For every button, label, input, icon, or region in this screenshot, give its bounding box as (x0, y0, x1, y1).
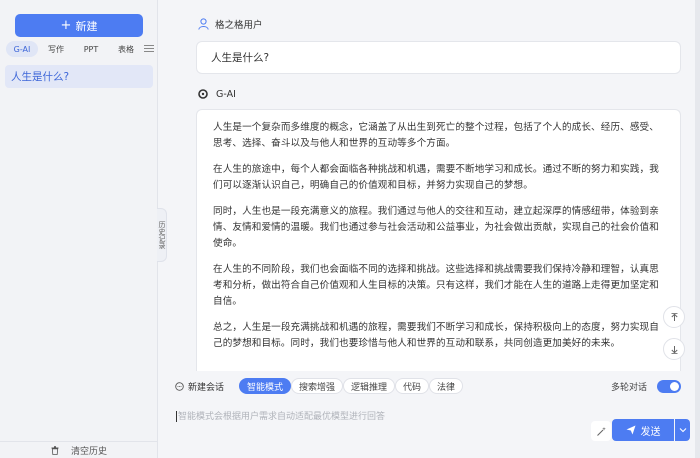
history-collapse-handle[interactable]: 历史记录 (157, 208, 167, 262)
multi-turn-label: 多轮对话 (611, 382, 648, 393)
user-header: 格之格用户 (198, 17, 263, 31)
trash-icon (51, 445, 59, 455)
window-edge (695, 0, 700, 458)
arrow-down-icon (670, 345, 678, 354)
send-options-button[interactable] (675, 419, 690, 441)
tab-writing[interactable]: 写作 (38, 41, 74, 57)
ai-header: G-AI (198, 87, 236, 101)
user-icon (198, 18, 209, 30)
chat-bubble-icon (175, 381, 184, 391)
tab-ppt[interactable]: PPT (74, 41, 108, 57)
scroll-bottom-button[interactable] (663, 338, 685, 360)
mode-reasoning[interactable]: 逻辑推理 (343, 378, 396, 394)
new-chat-button[interactable]: 新建会话 (175, 378, 224, 394)
chevron-down-icon (679, 428, 686, 433)
multi-turn-toggle[interactable] (657, 379, 682, 393)
user-question: 人生是什么? (196, 41, 681, 74)
ai-answer: 人生是一个复杂而多维度的概念，它涵盖了从出生到死亡的整个过程，包括了个人的成长、… (196, 109, 681, 371)
ai-name: G-AI (216, 88, 236, 100)
plus-icon: + (60, 18, 72, 33)
sidebar-mode-tabs: G-AI 写作 PPT 表格 (6, 41, 156, 57)
mode-search[interactable]: 搜索增强 (291, 378, 344, 394)
arrow-up-icon (670, 312, 678, 321)
send-label: 发送 (640, 426, 661, 438)
new-button-label: 新建 (75, 19, 98, 33)
mode-law[interactable]: 法律 (429, 378, 464, 394)
answer-paragraph: 同时，人生也是一段充满意义的旅程。我们通过与他人的交往和互动，建立起深厚的情感纽… (213, 206, 659, 249)
sidebar-history-item[interactable]: 人生是什么? (5, 65, 153, 88)
menu-icon[interactable] (144, 43, 154, 53)
mode-code[interactable]: 代码 (395, 378, 430, 394)
question-text: 人生是什么? (211, 52, 270, 64)
send-button[interactable]: 发送 (612, 419, 674, 441)
clear-history-label: 清空历史 (70, 446, 107, 457)
clear-history-button[interactable]: 清空历史 (0, 441, 158, 458)
tab-g-ai[interactable]: G-AI (6, 41, 38, 57)
new-button[interactable]: + 新建 (15, 14, 143, 37)
ai-logo-icon (198, 89, 208, 99)
chat-toolbar: 新建会话 智能模式 搜索增强 逻辑推理 代码 法律 多轮对话 (167, 373, 700, 399)
tab-table[interactable]: 表格 (108, 41, 144, 57)
collapse-handle-label: 历史记录 (158, 221, 166, 249)
tools-button[interactable] (591, 421, 611, 441)
send-icon (626, 425, 635, 435)
sidebar: + 新建 G-AI 写作 PPT 表格 人生是什么? 清空历史 (0, 0, 158, 458)
answer-paragraph: 人生是一个复杂而多维度的概念，它涵盖了从出生到死亡的整个过程，包括了个人的成长、… (213, 122, 659, 149)
user-name: 格之格用户 (215, 20, 263, 31)
multi-turn-switch[interactable]: 多轮对话 (611, 378, 682, 394)
history-item-label: 人生是什么? (11, 71, 70, 83)
mode-smart[interactable]: 智能模式 (239, 378, 292, 394)
answer-paragraph: 在人生的旅途中，每个人都会面临各种挑战和机遇，需要不断地学习和成长。通过不断的努… (213, 164, 659, 191)
wand-icon (596, 426, 606, 436)
chat-main: 格之格用户 人生是什么? G-AI 人生是一个复杂而多维度的概念，它涵盖了从出生… (167, 0, 700, 458)
new-chat-label: 新建会话 (188, 382, 225, 393)
answer-paragraph: 在人生的不同阶段，我们也会面临不同的选择和挑战。这些选择和挑战需要我们保持冷静和… (213, 264, 659, 307)
input-placeholder: 智能模式会根据用户需求自动适配最优模型进行回答 (176, 409, 385, 422)
scroll-top-button[interactable] (663, 306, 685, 328)
answer-paragraph: 总之，人生是一段充满挑战和机遇的旅程，需要我们不断学习和成长，保持积极向上的态度… (213, 322, 659, 349)
